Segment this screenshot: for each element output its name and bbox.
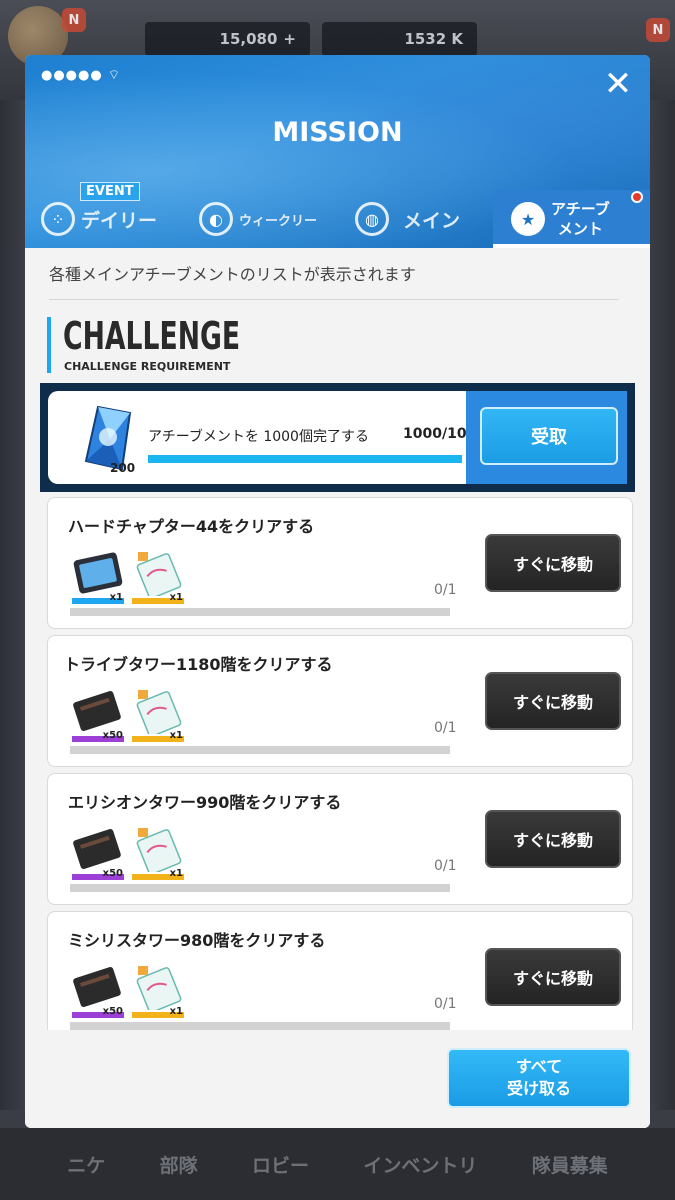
moon-icon: ◐ [199,202,233,236]
mission-progress-bar [70,746,450,754]
device-icon [73,552,123,594]
list-item: エリシオンタワー990階をクリアする x50 x1 0/1 すぐに移動 [47,773,633,905]
background-rightbar [649,100,675,1110]
mission-list: ハードチャプター44をクリアする x1 x1 0/1 すぐに移動 トライブタワー… [47,497,633,1030]
modal-footer: すべて 受け取る [25,1030,650,1128]
mission-progress-text: 0/1 [434,858,457,874]
claim-all-line1: すべて [515,1057,563,1076]
nav-recruit[interactable]: 隊員募集 [532,1151,608,1178]
claim-all-button[interactable]: すべて 受け取る [447,1048,631,1108]
reward-qty: x50 [102,730,123,741]
challenge-card-inner: 200 アチーブメントを 1000個完了する 1000/1000 受取 [48,391,627,484]
mission-title: トライブタワー1180階をクリアする [64,655,333,674]
reward-qty: x50 [102,1006,123,1017]
reward-item: x1 [72,550,124,604]
reward-item: x50 [72,688,124,742]
go-now-button[interactable]: すぐに移動 [485,948,621,1006]
tab-achievement-label: アチーブ メント [551,200,610,238]
case-icon [73,967,121,1007]
nav-squad[interactable]: 部隊 [160,1151,198,1178]
notification-badge: N [62,8,86,32]
tab-weekly[interactable]: ◐ ウィークリー [199,197,317,241]
list-item: ミシリスタワー980階をクリアする x50 x1 0/1 すぐに移動 [47,911,633,1030]
reward-item: x50 [72,826,124,880]
signal-icon: ●●●●● ⌔ [41,68,122,83]
mission-title: エリシオンタワー990階をクリアする [68,793,342,812]
crystal-reward-qty: 200 [110,461,136,475]
background-sidebar [0,100,25,1110]
nav-nikke[interactable]: ニケ [67,1151,105,1178]
list-item: トライブタワー1180階をクリアする x50 x1 0/1 すぐに移動 [47,635,633,767]
mission-progress-text: 0/1 [434,582,457,598]
reward-item: x1 [132,826,184,880]
reward-item: x1 [132,964,184,1018]
reward-qty: x1 [169,730,183,741]
claim-all-line2: 受け取る [506,1079,571,1098]
tab-main[interactable]: ◍ メイン [355,197,460,241]
reward-qty: x1 [169,1006,183,1017]
tab-daily[interactable]: ⁘ デイリー [41,197,157,241]
reward-item: x50 [72,964,124,1018]
mission-progress-bar [70,884,450,892]
new-indicator-dot [631,191,643,203]
mission-progress-text: 0/1 [434,996,457,1012]
go-now-button[interactable]: すぐに移動 [485,672,621,730]
globe-icon: ◍ [355,202,389,236]
case-icon [73,691,121,731]
notification-badge-right: N [646,18,670,42]
dots-icon: ⁘ [41,202,75,236]
plus-icon: + [283,30,296,48]
reward-item: x1 [132,688,184,742]
case-icon [73,829,121,869]
challenge-text: アチーブメントを 1000個完了する [148,429,369,445]
bottom-nav: ニケ 部隊 ロビー インベントリ 隊員募集 [0,1128,675,1200]
mission-progress-bar [70,608,450,616]
ticket-icon [136,966,182,1013]
nav-inventory[interactable]: インベントリ [363,1151,477,1178]
ticket-icon [136,828,182,875]
challenge-progress-bar [148,455,462,463]
power-counter: 1532 K [322,22,477,56]
gem-count: 15,080 [219,30,278,48]
challenge-title: CHALLENGE [63,314,241,358]
close-icon[interactable]: ✕ [600,67,636,103]
tab-weekly-label: ウィークリー [239,213,318,229]
gem-counter: 15,080 + [145,22,310,56]
tab-main-label: メイン [403,209,461,232]
nav-lobby[interactable]: ロビー [252,1151,309,1178]
reward-qty: x1 [109,592,123,603]
go-now-button[interactable]: すぐに移動 [485,810,621,868]
tab-achievement[interactable]: ★ アチーブ メント [511,197,610,241]
reward-qty: x50 [102,868,123,879]
mission-progress-bar [70,1022,450,1030]
claim-button[interactable]: 受取 [480,407,618,465]
list-item: ハードチャプター44をクリアする x1 x1 0/1 すぐに移動 [47,497,633,629]
reward-qty: x1 [169,868,183,879]
modal-header: ●●●●● ⌔ ✕ MISSION EVENT ⁘ デイリー ◐ ウィークリー … [25,55,650,248]
mission-title: ハードチャプター44をクリアする [68,517,315,536]
go-now-button[interactable]: すぐに移動 [485,534,621,592]
power-value: 1532 K [404,30,463,48]
challenge-accent-bar [47,317,51,373]
mission-title: ミシリスタワー980階をクリアする [68,931,326,950]
ticket-icon [136,552,182,599]
ticket-icon [136,690,182,737]
challenge-subtitle: CHALLENGE REQUIREMENT [64,360,231,373]
modal-title: MISSION [272,117,403,148]
tab-active-indicator [493,244,650,248]
star-icon: ★ [511,202,545,236]
reward-item: x1 [132,550,184,604]
mission-progress-text: 0/1 [434,720,457,736]
challenge-card: 200 アチーブメントを 1000個完了する 1000/1000 受取 [40,383,635,492]
tab-description: 各種メインアチーブメントのリストが表示されます [49,261,619,300]
tab-daily-label: デイリー [81,209,158,232]
reward-qty: x1 [169,592,183,603]
mission-modal: ●●●●● ⌔ ✕ MISSION EVENT ⁘ デイリー ◐ ウィークリー … [25,55,650,1128]
